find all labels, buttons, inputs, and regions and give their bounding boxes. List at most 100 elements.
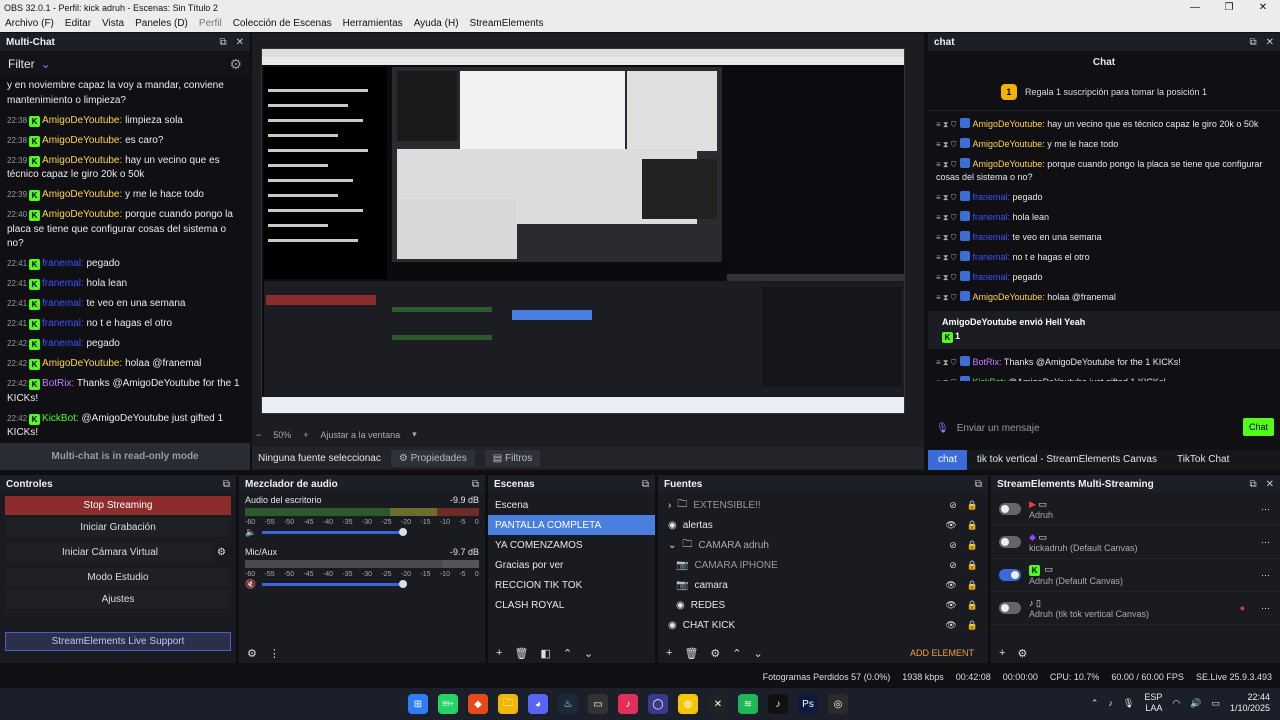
mixer-settings-icon[interactable]: ⚙ bbox=[247, 647, 257, 660]
menu-herramientas[interactable]: Herramientas bbox=[343, 18, 403, 29]
source-item[interactable]: ◉ alertas 👁 🔒 bbox=[658, 515, 988, 535]
message-user[interactable]: AmigoDeYoutube: bbox=[42, 115, 122, 126]
gear-icon[interactable]: ⚙ bbox=[710, 647, 720, 660]
volume-icon[interactable]: 🔊 bbox=[1190, 698, 1201, 709]
chat-user[interactable]: BotRix: bbox=[972, 357, 1001, 367]
undock-icon[interactable]: ⧉ bbox=[975, 479, 982, 490]
add-icon[interactable]: + bbox=[666, 647, 672, 659]
mic-icon[interactable]: 🎙 bbox=[936, 423, 949, 434]
zoom-level[interactable]: 50% bbox=[273, 430, 291, 440]
more-icon[interactable]: ⋮ bbox=[269, 647, 280, 660]
down-icon[interactable]: ⌄ bbox=[584, 647, 593, 660]
spotify-icon[interactable]: ≋ bbox=[738, 694, 758, 714]
eye-hidden-icon[interactable]: ⊘ bbox=[949, 500, 957, 511]
whatsapp-icon[interactable]: 99+ bbox=[438, 694, 458, 714]
preview-canvas[interactable] bbox=[261, 48, 905, 414]
studio-mode-button[interactable]: Modo Estudio bbox=[5, 568, 231, 587]
up-icon[interactable]: ⌃ bbox=[732, 647, 741, 660]
tab-tiktok-vertical[interactable]: tik tok vertical - StreamElements Canvas bbox=[967, 450, 1167, 470]
tiktok-live-icon[interactable]: ♪ bbox=[768, 694, 788, 714]
scene-item[interactable]: YA COMENZAMOS bbox=[488, 535, 655, 555]
eye-hidden-icon[interactable]: ⊘ bbox=[949, 560, 957, 571]
volume-slider[interactable] bbox=[262, 580, 408, 588]
source-item[interactable]: ◉ REDES 👁 🔒 bbox=[658, 595, 988, 615]
mod-tools-icon[interactable]: ≡ ⧗ ⛉ bbox=[936, 273, 956, 282]
message-user[interactable]: BotRix: bbox=[42, 378, 74, 389]
menu-escenas[interactable]: Colección de Escenas bbox=[233, 18, 332, 29]
menu-vista[interactable]: Vista bbox=[102, 18, 124, 29]
message-user[interactable]: franemal: bbox=[42, 278, 84, 289]
filters-button[interactable]: ▤ Filtros bbox=[484, 449, 541, 467]
trash-icon[interactable]: 🗑 bbox=[514, 647, 528, 660]
more-icon[interactable]: ⋯ bbox=[1261, 504, 1270, 515]
gift-sub-banner[interactable]: 1 Regala 1 suscripción para tomar la pos… bbox=[928, 73, 1280, 111]
undock-icon[interactable]: ⧉ bbox=[1249, 37, 1256, 48]
lock-icon[interactable]: 🔒 bbox=[967, 540, 978, 551]
steam-icon[interactable]: ♨ bbox=[558, 694, 578, 714]
chat-user[interactable]: AmigoDeYoutube: bbox=[972, 292, 1044, 302]
source-item[interactable]: › 🗀 EXTENSIBLE!! ⊘ 🔒 bbox=[658, 495, 988, 515]
mod-tools-icon[interactable]: ≡ ⧗ ⛉ bbox=[936, 378, 956, 381]
muted-speaker-icon[interactable]: 🔇 bbox=[245, 579, 256, 590]
chevron-down-icon[interactable]: ⌄ bbox=[41, 57, 51, 71]
chat-input[interactable]: 🎙 Enviar un mensaje bbox=[936, 416, 1136, 440]
mod-tools-icon[interactable]: ≡ ⧗ ⛉ bbox=[936, 253, 956, 262]
support-button[interactable]: StreamElements Live Support bbox=[5, 632, 231, 651]
menu-ayuda[interactable]: Ayuda (H) bbox=[414, 18, 459, 29]
message-user[interactable]: franemal: bbox=[42, 298, 84, 309]
undock-icon[interactable]: ⧉ bbox=[223, 479, 230, 490]
battery-icon[interactable]: ▭ bbox=[1211, 698, 1220, 709]
speaker-icon[interactable]: 🔈 bbox=[245, 527, 256, 538]
chat-user[interactable]: franemal: bbox=[972, 272, 1010, 282]
undock-icon[interactable]: ⧉ bbox=[642, 479, 649, 490]
eye-icon[interactable]: 👁 bbox=[945, 580, 956, 591]
mic-tray-icon[interactable]: 🎙 bbox=[1123, 698, 1134, 709]
clock[interactable]: 22:44 1/10/2025 bbox=[1230, 692, 1270, 714]
menu-archivo[interactable]: Archivo (F) bbox=[5, 18, 54, 29]
wifi-icon[interactable]: ◠ bbox=[1172, 698, 1180, 709]
minimize-icon[interactable]: — bbox=[1178, 2, 1212, 13]
message-user[interactable]: franemal: bbox=[42, 338, 84, 349]
eye-icon[interactable]: 👁 bbox=[945, 520, 956, 531]
lock-icon[interactable]: 🔒 bbox=[967, 580, 978, 591]
scene-item[interactable]: CLASH ROYAL bbox=[488, 595, 655, 615]
lock-icon[interactable]: 🔒 bbox=[967, 620, 978, 631]
close-icon[interactable]: ✕ bbox=[236, 37, 244, 48]
lock-icon[interactable]: 🔒 bbox=[967, 520, 978, 531]
eye-icon[interactable]: 👁 bbox=[945, 620, 956, 631]
settings-button[interactable]: Ajustes bbox=[5, 590, 231, 609]
tab-chat[interactable]: chat bbox=[928, 450, 967, 470]
obs-icon[interactable]: ◎ bbox=[828, 694, 848, 714]
mod-tools-icon[interactable]: ≡ ⧗ ⛉ bbox=[936, 293, 956, 302]
discord-icon[interactable]: ◕ bbox=[528, 694, 548, 714]
zoom-minus[interactable]: − bbox=[256, 430, 261, 440]
chat-user[interactable]: AmigoDeYoutube: bbox=[972, 159, 1044, 169]
expand-icon[interactable]: › bbox=[668, 500, 671, 511]
chat-user[interactable]: franemal: bbox=[972, 212, 1010, 222]
message-user[interactable]: AmigoDeYoutube: bbox=[42, 135, 122, 146]
collapse-icon[interactable]: ⌄ bbox=[668, 540, 676, 551]
message-user[interactable]: franemal: bbox=[42, 258, 84, 269]
terminal-icon[interactable]: ▭ bbox=[588, 694, 608, 714]
chat-user[interactable]: AmigoDeYoutube: bbox=[972, 119, 1044, 129]
chat-user[interactable]: KickBot: bbox=[972, 377, 1005, 381]
toggle-switch[interactable] bbox=[999, 503, 1021, 515]
audio-tray-icon[interactable]: ♪ bbox=[1108, 698, 1113, 708]
close-icon[interactable]: ✕ bbox=[1266, 479, 1274, 490]
mod-tools-icon[interactable]: ≡ ⧗ ⛉ bbox=[936, 120, 956, 129]
mod-tools-icon[interactable]: ≡ ⧗ ⛉ bbox=[936, 213, 956, 222]
menu-editar[interactable]: Editar bbox=[65, 18, 91, 29]
x-icon[interactable]: ✕ bbox=[708, 694, 728, 714]
browser-icon[interactable]: ◯ bbox=[648, 694, 668, 714]
zoom-plus[interactable]: + bbox=[303, 430, 308, 440]
tab-tiktok-chat[interactable]: TikTok Chat bbox=[1167, 450, 1239, 470]
lock-icon[interactable]: 🔒 bbox=[967, 600, 978, 611]
source-item[interactable]: ⌄ 🗀 CAMARA adruh ⊘ 🔒 bbox=[658, 535, 988, 555]
more-icon[interactable]: ⋯ bbox=[1261, 537, 1270, 548]
message-user[interactable]: AmigoDeYoutube: bbox=[42, 209, 122, 220]
chat-user[interactable]: franemal: bbox=[972, 252, 1010, 262]
message-user[interactable]: franemal: bbox=[42, 318, 84, 329]
message-user[interactable]: AmigoDeYoutube: bbox=[42, 358, 122, 369]
mod-tools-icon[interactable]: ≡ ⧗ ⛉ bbox=[936, 193, 956, 202]
tiktok-icon[interactable]: ♪ bbox=[618, 694, 638, 714]
